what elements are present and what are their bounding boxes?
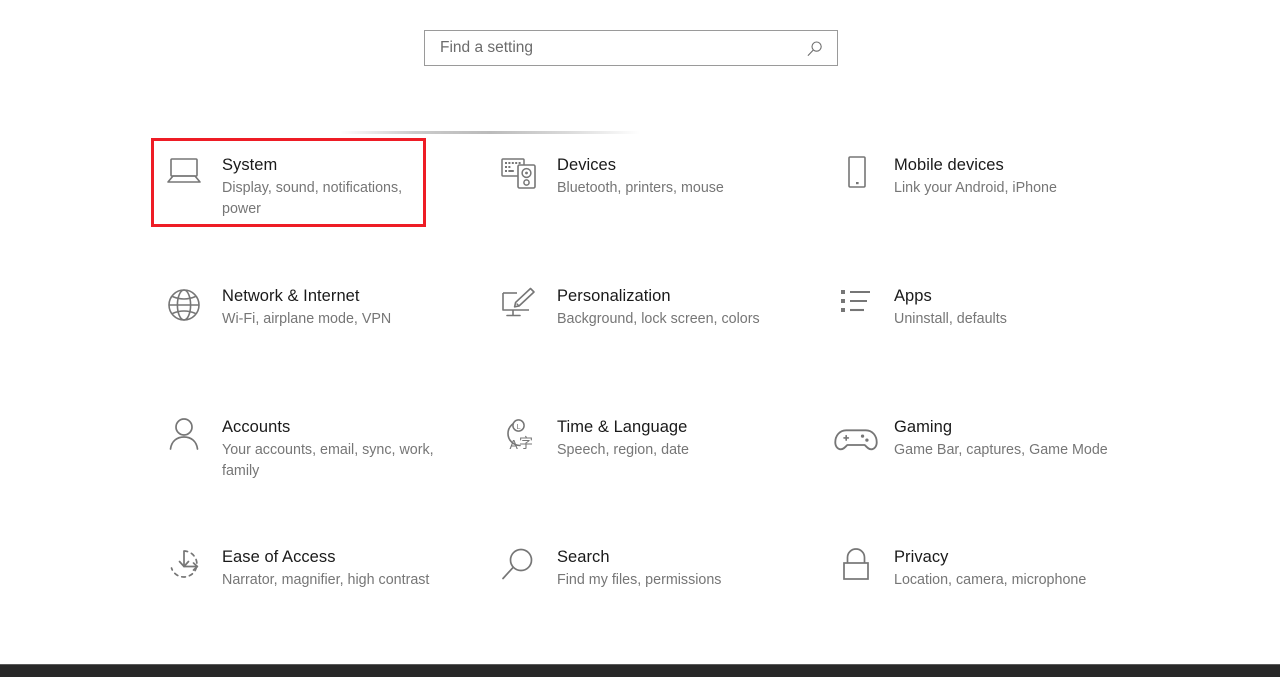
settings-tile-gaming[interactable]: Gaming Game Bar, captures, Game Mode [832, 414, 1132, 462]
settings-tile-accounts[interactable]: Accounts Your accounts, email, sync, wor… [160, 414, 460, 481]
settings-tile-privacy[interactable]: Privacy Location, camera, microphone [832, 544, 1132, 592]
tile-text: Privacy Location, camera, microphone [894, 544, 1086, 591]
monitor-paintbrush-icon [495, 283, 543, 331]
tile-text: Network & Internet Wi-Fi, airplane mode,… [222, 283, 391, 330]
tile-subtitle: Display, sound, notifications, power [222, 178, 437, 219]
gamepad-icon [832, 414, 880, 462]
tile-title: Ease of Access [222, 546, 429, 568]
tile-subtitle: Find my files, permissions [557, 570, 721, 591]
tile-text: Time & Language Speech, region, date [557, 414, 689, 461]
clock-language-icon: L A 字 [495, 414, 543, 462]
phone-icon [832, 152, 880, 200]
tile-title: Apps [894, 285, 1007, 307]
tile-subtitle: Wi-Fi, airplane mode, VPN [222, 309, 391, 330]
tile-text: Apps Uninstall, defaults [894, 283, 1007, 330]
settings-tile-network-internet[interactable]: Network & Internet Wi-Fi, airplane mode,… [160, 283, 460, 331]
tile-text: Personalization Background, lock screen,… [557, 283, 760, 330]
person-icon [160, 414, 208, 462]
tile-title: System [222, 154, 437, 176]
tile-subtitle: Link your Android, iPhone [894, 178, 1057, 199]
tile-title: Devices [557, 154, 724, 176]
tile-title: Gaming [894, 416, 1108, 438]
tile-subtitle: Uninstall, defaults [894, 309, 1007, 330]
tile-text: Ease of Access Narrator, magnifier, high… [222, 544, 429, 591]
svg-text:A: A [510, 438, 519, 452]
tile-title: Mobile devices [894, 154, 1057, 176]
tile-title: Personalization [557, 285, 760, 307]
tile-text: Devices Bluetooth, printers, mouse [557, 152, 724, 199]
lock-icon [832, 544, 880, 592]
tile-subtitle: Narrator, magnifier, high contrast [222, 570, 429, 591]
settings-tile-apps[interactable]: Apps Uninstall, defaults [832, 283, 1132, 331]
tile-subtitle: Speech, region, date [557, 440, 689, 461]
tile-title: Privacy [894, 546, 1086, 568]
settings-tile-devices[interactable]: Devices Bluetooth, printers, mouse [495, 152, 795, 200]
tile-subtitle: Game Bar, captures, Game Mode [894, 440, 1108, 461]
tile-text: Mobile devices Link your Android, iPhone [894, 152, 1057, 199]
settings-tile-system[interactable]: System Display, sound, notifications, po… [160, 152, 460, 219]
tile-text: Search Find my files, permissions [557, 544, 721, 591]
tile-title: Network & Internet [222, 285, 391, 307]
tile-subtitle: Bluetooth, printers, mouse [557, 178, 724, 199]
settings-tile-mobile-devices[interactable]: Mobile devices Link your Android, iPhone [832, 152, 1132, 200]
tile-text: Gaming Game Bar, captures, Game Mode [894, 414, 1108, 461]
tile-subtitle: Background, lock screen, colors [557, 309, 760, 330]
magnifier-icon [495, 544, 543, 592]
tile-text: System Display, sound, notifications, po… [222, 152, 437, 219]
tile-title: Accounts [222, 416, 437, 438]
svg-text:L: L [516, 422, 520, 431]
svg-text:字: 字 [519, 436, 533, 452]
list-icon [832, 283, 880, 331]
tile-title: Time & Language [557, 416, 689, 438]
keyboard-mouse-icon [495, 152, 543, 200]
bottom-bar [0, 664, 1280, 677]
accessibility-icon [160, 544, 208, 592]
tile-title: Search [557, 546, 721, 568]
tile-text: Accounts Your accounts, email, sync, wor… [222, 414, 437, 481]
laptop-icon [160, 152, 208, 200]
globe-icon [160, 283, 208, 331]
settings-tile-personalization[interactable]: Personalization Background, lock screen,… [495, 283, 795, 331]
tile-subtitle: Location, camera, microphone [894, 570, 1086, 591]
settings-tile-ease-of-access[interactable]: Ease of Access Narrator, magnifier, high… [160, 544, 460, 592]
tile-subtitle: Your accounts, email, sync, work, family [222, 440, 437, 481]
settings-tile-search[interactable]: Search Find my files, permissions [495, 544, 795, 592]
settings-tile-time-language[interactable]: L A 字 Time & Language Speech, region, da… [495, 414, 795, 462]
settings-grid: System Display, sound, notifications, po… [0, 0, 1280, 677]
